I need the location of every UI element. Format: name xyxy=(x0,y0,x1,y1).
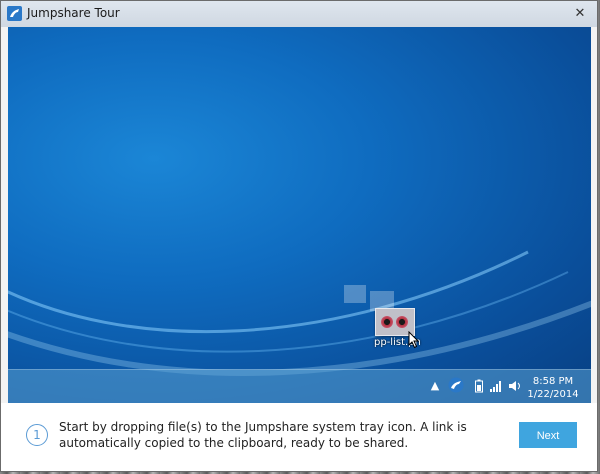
next-button[interactable]: Next xyxy=(519,422,577,448)
battery-icon[interactable] xyxy=(472,379,486,393)
network-signal-icon[interactable] xyxy=(489,379,503,393)
desktop-preview: pp-list.pn ▲ 8:58 PM 1/22/2014 xyxy=(8,27,591,403)
desktop-wallpaper-swoosh xyxy=(8,250,591,376)
show-hidden-icons-icon[interactable]: ▲ xyxy=(428,379,442,393)
thumbnail-eye-right xyxy=(396,316,408,328)
window-title: Jumpshare Tour xyxy=(27,6,120,20)
jumpshare-tray-icon[interactable] xyxy=(448,377,464,393)
thumbnail-eye-left xyxy=(381,316,393,328)
tour-step-message: Start by dropping file(s) to the Jumpsha… xyxy=(59,420,467,450)
jumpshare-logo-icon xyxy=(7,6,22,21)
tour-footer: 1 Start by dropping file(s) to the Jumps… xyxy=(1,403,597,471)
close-button[interactable]: ✕ xyxy=(571,5,589,23)
mouse-cursor-icon xyxy=(408,331,420,349)
clock-time: 8:58 PM xyxy=(532,376,574,387)
jumpshare-tour-window: Jumpshare Tour ✕ pp-list.pn ▲ 8:58 PM 1/… xyxy=(0,0,598,472)
clock-date: 1/22/2014 xyxy=(527,389,579,400)
title-bar: Jumpshare Tour ✕ xyxy=(1,1,597,27)
step-number-badge: 1 xyxy=(26,424,48,446)
system-clock[interactable]: 8:58 PM 1/22/2014 xyxy=(523,375,583,401)
taskbar: ▲ 8:58 PM 1/22/2014 xyxy=(8,369,591,403)
volume-icon[interactable] xyxy=(508,379,522,393)
